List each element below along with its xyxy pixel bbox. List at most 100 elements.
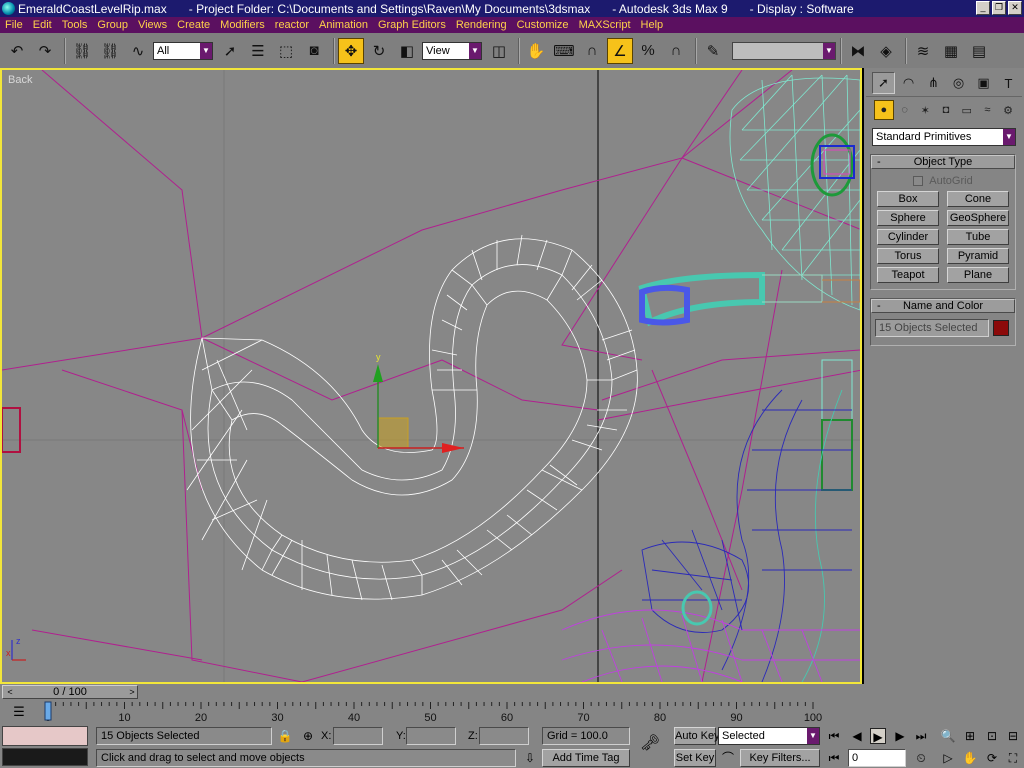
geosphere-button[interactable]: GeoSphere xyxy=(947,210,1009,226)
viewport-label[interactable]: Back xyxy=(8,74,32,86)
play-icon[interactable]: ▶ xyxy=(870,728,886,744)
bind-to-space-warp-icon[interactable]: ∿ xyxy=(125,38,151,64)
menu-rendering[interactable]: Rendering xyxy=(451,19,512,31)
current-frame-marker[interactable] xyxy=(44,701,52,721)
edit-named-selection-icon[interactable]: ✎ xyxy=(700,38,726,64)
redo-icon[interactable]: ↷ xyxy=(32,38,58,64)
schematic-view-icon[interactable]: ▤ xyxy=(966,38,992,64)
arc-rotate-icon[interactable]: ⟳ xyxy=(984,750,1000,766)
unlink-selection-icon[interactable]: ⛓ xyxy=(97,38,123,64)
menu-animation[interactable]: Animation xyxy=(314,19,373,31)
snaps-toggle-icon[interactable]: ∩ xyxy=(579,38,605,64)
shapes-icon[interactable]: ◌ xyxy=(895,100,915,120)
x-coordinate-input[interactable] xyxy=(333,727,383,745)
field-of-view-icon[interactable]: ▷ xyxy=(940,750,956,766)
box-button[interactable]: Box xyxy=(877,191,939,207)
key-mode-toggle-icon[interactable]: ⏮ xyxy=(826,750,842,766)
absolute-mode-transform-icon[interactable]: ⊕ xyxy=(300,728,316,744)
angle-snap-icon[interactable]: ∠ xyxy=(607,37,633,64)
curve-editor-icon[interactable]: ▦ xyxy=(938,38,964,64)
pyramid-button[interactable]: Pyramid xyxy=(947,248,1009,264)
select-and-rotate-icon[interactable]: ↻ xyxy=(366,38,392,64)
systems-icon[interactable]: ⚙ xyxy=(998,100,1018,120)
reference-coordinate-dropdown[interactable]: View ▼ xyxy=(422,41,482,60)
y-coordinate-input[interactable] xyxy=(406,727,456,745)
object-type-rollout-header[interactable]: - Object Type xyxy=(871,155,1015,169)
motion-tab-icon[interactable]: ◎ xyxy=(947,72,970,94)
align-icon[interactable]: ◈ xyxy=(873,38,899,64)
set-key-icon[interactable]: 🗝 xyxy=(640,736,660,752)
close-button[interactable]: ✕ xyxy=(1008,1,1022,15)
viewport-back[interactable]: y z x Back xyxy=(0,68,862,684)
previous-key-icon[interactable]: ◀ xyxy=(849,728,865,744)
menu-tools[interactable]: Tools xyxy=(57,19,93,31)
menu-reactor[interactable]: reactor xyxy=(270,19,314,31)
track-bar-ruler[interactable]: 0102030405060708090100 xyxy=(40,700,830,724)
pivot-center-icon[interactable]: ◫ xyxy=(486,38,512,64)
viewport-canvas[interactable]: y z x xyxy=(2,70,860,682)
space-warps-icon[interactable]: ≈ xyxy=(978,100,998,120)
cameras-icon[interactable]: ◘ xyxy=(936,100,956,120)
create-tab-icon[interactable]: ➚ xyxy=(872,72,895,94)
menu-customize[interactable]: Customize xyxy=(512,19,574,31)
open-mini-curve-editor-icon[interactable]: ☰ xyxy=(10,704,28,720)
go-to-start-icon[interactable]: ⏮ xyxy=(826,728,842,744)
gizmo-y-arrow-icon[interactable] xyxy=(373,364,383,382)
cylinder-button[interactable]: Cylinder xyxy=(877,229,939,245)
auto-key-button[interactable]: Auto Key xyxy=(674,727,720,745)
menu-file[interactable]: File xyxy=(0,19,28,31)
select-object-icon[interactable]: ➚ xyxy=(217,38,243,64)
undo-icon[interactable]: ↶ xyxy=(4,38,30,64)
menu-views[interactable]: Views xyxy=(133,19,172,31)
menu-help[interactable]: Help xyxy=(636,19,669,31)
utilities-tab-icon[interactable]: T xyxy=(997,72,1020,94)
zoom-extents-icon[interactable]: ⊡ xyxy=(984,728,1000,744)
cone-button[interactable]: Cone xyxy=(947,191,1009,207)
menu-maxscript[interactable]: MAXScript xyxy=(574,19,636,31)
lights-icon[interactable]: ✶ xyxy=(915,100,935,120)
next-key-icon[interactable]: ▶ xyxy=(892,728,908,744)
maxscript-listener-mini[interactable] xyxy=(2,726,88,746)
spinner-snap-icon[interactable]: ∩ xyxy=(663,38,689,64)
key-mode-dropdown[interactable]: Selected ▼ xyxy=(718,727,820,745)
autogrid-checkbox[interactable]: AutoGrid xyxy=(875,173,1011,189)
select-by-name-icon[interactable]: ☰ xyxy=(245,38,271,64)
add-time-tag-icon[interactable]: ⇩ xyxy=(522,750,538,766)
zoom-icon[interactable]: 🔍 xyxy=(940,728,956,744)
set-key-button[interactable]: Set Key xyxy=(674,749,716,767)
geometry-icon[interactable]: ● xyxy=(874,100,894,120)
previous-frame-icon[interactable]: < xyxy=(4,685,16,699)
percent-snap-icon[interactable]: % xyxy=(635,38,661,64)
menu-modifiers[interactable]: Modifiers xyxy=(215,19,270,31)
named-selection-sets-field[interactable]: ▼ xyxy=(732,41,836,60)
mirror-icon[interactable]: ⧓ xyxy=(845,38,871,64)
name-and-color-rollout-header[interactable]: - Name and Color xyxy=(871,299,1015,313)
window-crossing-icon[interactable]: ◙ xyxy=(301,38,327,64)
display-tab-icon[interactable]: ▣ xyxy=(972,72,995,94)
z-coordinate-input[interactable] xyxy=(479,727,529,745)
object-color-swatch[interactable] xyxy=(993,320,1009,336)
select-and-scale-icon[interactable]: ◧ xyxy=(394,38,420,64)
zoom-all-icon[interactable]: ⊞ xyxy=(962,728,978,744)
torus-button[interactable]: Torus xyxy=(877,248,939,264)
layer-manager-icon[interactable]: ≋ xyxy=(910,38,936,64)
gizmo-x-arrow-icon[interactable] xyxy=(442,443,464,453)
minimize-button[interactable]: _ xyxy=(976,1,990,15)
current-frame-input[interactable]: 0 xyxy=(848,749,906,767)
lock-selection-icon[interactable]: 🔒 xyxy=(277,728,293,744)
menu-create[interactable]: Create xyxy=(172,19,215,31)
menu-edit[interactable]: Edit xyxy=(28,19,57,31)
app-icon[interactable] xyxy=(2,2,15,15)
time-slider[interactable]: 0 / 100 xyxy=(2,685,138,699)
gizmo-plane-handle[interactable] xyxy=(377,417,409,449)
restore-button[interactable]: ❐ xyxy=(992,1,1006,15)
sphere-button[interactable]: Sphere xyxy=(877,210,939,226)
object-name-field[interactable]: 15 Objects Selected xyxy=(875,319,989,337)
pan-view-icon[interactable]: ✋ xyxy=(962,750,978,766)
selection-filter-dropdown[interactable]: All ▼ xyxy=(153,41,213,60)
next-frame-icon[interactable]: > xyxy=(126,685,138,699)
modify-tab-icon[interactable]: ◠ xyxy=(897,72,920,94)
zoom-extents-all-icon[interactable]: ⊟ xyxy=(1005,728,1021,744)
teapot-button[interactable]: Teapot xyxy=(877,267,939,283)
keyboard-shortcut-override-icon[interactable]: ⌨ xyxy=(551,38,577,64)
